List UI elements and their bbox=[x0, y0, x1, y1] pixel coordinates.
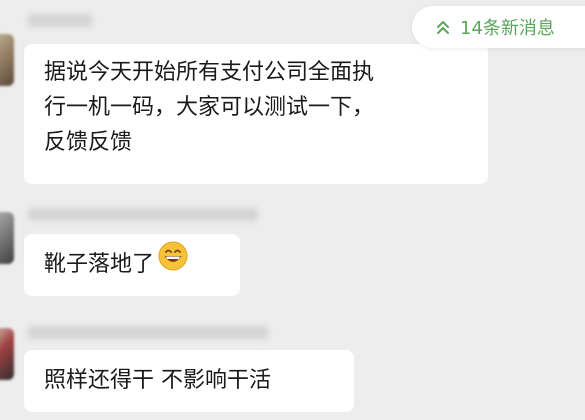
sender-nickname bbox=[28, 208, 258, 221]
sender-nickname bbox=[28, 14, 92, 27]
message-bubble[interactable]: 照样还得干 不影响干活 bbox=[24, 350, 354, 412]
new-messages-label: 14条新消息 bbox=[460, 18, 555, 39]
grinning-face-icon bbox=[158, 241, 188, 285]
double-chevron-up-icon bbox=[436, 19, 450, 35]
message-bubble[interactable]: 据说今天开始所有支付公司全面执 行一机一码，大家可以测试一下， 反馈反馈 bbox=[24, 44, 488, 184]
sender-avatar[interactable] bbox=[0, 328, 14, 380]
message-text: 据说今天开始所有支付公司全面执 行一机一码，大家可以测试一下， 反馈反馈 bbox=[44, 60, 375, 155]
message-text: 照样还得干 不影响干活 bbox=[44, 368, 271, 393]
message-bubble[interactable]: 靴子落地了 bbox=[24, 234, 240, 296]
message-text: 靴子落地了 bbox=[44, 252, 155, 277]
sender-avatar[interactable] bbox=[0, 34, 14, 86]
new-messages-button[interactable]: 14条新消息 bbox=[412, 6, 585, 48]
sender-nickname bbox=[28, 326, 268, 339]
chat-area: 据说今天开始所有支付公司全面执 行一机一码，大家可以测试一下， 反馈反馈 靴子落… bbox=[0, 0, 585, 420]
sender-avatar[interactable] bbox=[0, 212, 14, 264]
